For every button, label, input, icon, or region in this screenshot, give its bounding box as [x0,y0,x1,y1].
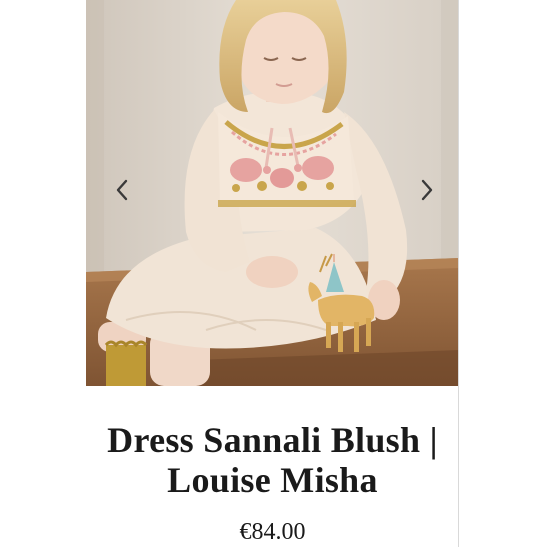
product-price: €84.00 [239,519,306,545]
product-title[interactable]: Dress Sannali Blush | Louise Misha [86,420,459,500]
product-title-line-1: Dress Sannali Blush | [107,420,438,460]
chevron-left-icon [116,179,128,201]
product-image-carousel[interactable] [86,0,459,386]
product-title-line-2: Louise Misha [167,460,378,500]
product-card: Dress Sannali Blush | Louise Misha €84.0… [86,0,459,547]
carousel-prev-button[interactable] [110,174,134,206]
chevron-right-icon [421,179,433,201]
carousel-next-button[interactable] [415,174,439,206]
product-photo [86,0,459,386]
panel-divider [458,0,459,547]
